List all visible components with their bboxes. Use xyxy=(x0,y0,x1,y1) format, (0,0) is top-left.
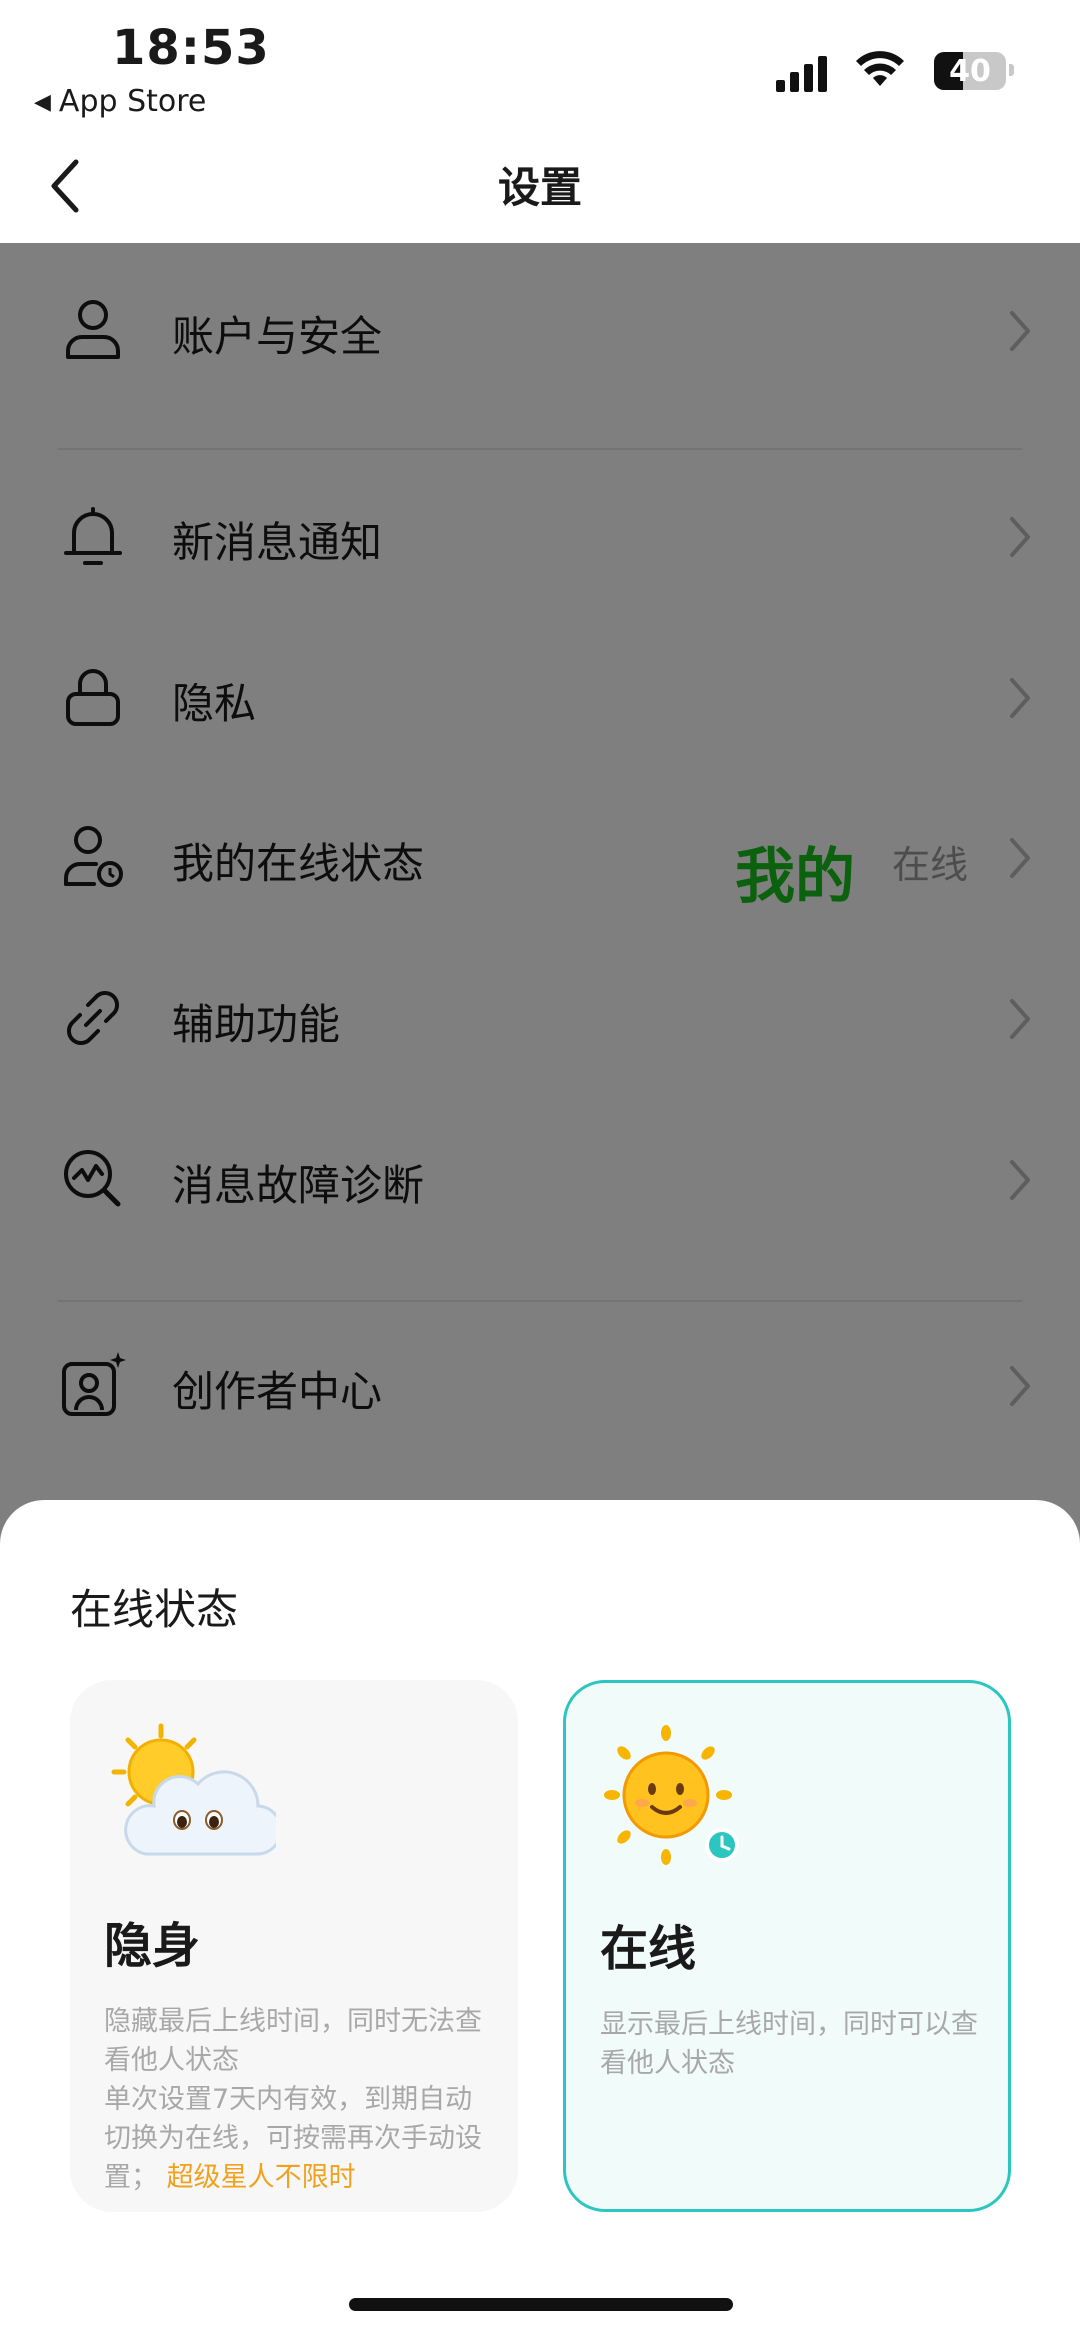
option-online-card[interactable]: 在线 显示最后上线时间，同时可以查看他人状态 xyxy=(563,1680,1011,2212)
sun-face-icon xyxy=(604,1725,739,1865)
battery-level: 40 xyxy=(949,54,991,89)
desc-line: 显示最后上线时间，同时可以查看他人状态 xyxy=(600,2009,978,2079)
online-status-sheet: 在线状态 隐身 隐藏最后上线时间，同时无法查看他人状态 单次设置7天内有效，到期… xyxy=(0,1500,1080,2337)
back-app-label: App Store xyxy=(58,84,207,119)
home-indicator[interactable] xyxy=(349,2298,733,2311)
status-time: 18:53 xyxy=(112,20,270,76)
desc-line: 隐藏最后上线时间，同时无法查看他人状态 xyxy=(104,2006,482,2076)
option-invisible-card[interactable]: 隐身 隐藏最后上线时间，同时无法查看他人状态 单次设置7天内有效，到期自动切换为… xyxy=(70,1680,518,2212)
sun-behind-cloud-icon xyxy=(111,1723,276,1856)
option-description: 显示最后上线时间，同时可以查看他人状态 xyxy=(600,2005,978,2083)
sheet-title: 在线状态 xyxy=(70,1585,239,1634)
super-member-promo[interactable]: 超级星人不限时 xyxy=(167,2162,356,2193)
wifi-icon xyxy=(856,51,904,86)
status-icons: 40 xyxy=(776,48,1014,92)
battery-cap xyxy=(1009,64,1014,76)
option-title: 在线 xyxy=(600,1921,697,1977)
status-bar: 18:53 ◀ App Store 40 xyxy=(0,0,1080,130)
back-to-app-link[interactable]: ◀ App Store xyxy=(34,84,206,119)
cellular-signal-icon xyxy=(776,56,827,92)
desc-line: 单次设置7天内有效，到期自动切换为在线，可按需再次手动设置； 超级星人不限时 xyxy=(104,2084,482,2193)
option-title: 隐身 xyxy=(104,1918,201,1974)
option-description: 隐藏最后上线时间，同时无法查看他人状态 单次设置7天内有效，到期自动切换为在线，… xyxy=(104,2002,488,2197)
nav-bar: 设置 xyxy=(0,130,1080,243)
back-triangle-icon: ◀ xyxy=(34,90,51,115)
battery-icon: 40 xyxy=(934,52,1006,90)
desc-gap xyxy=(158,2162,167,2193)
page-title: 设置 xyxy=(497,163,582,212)
